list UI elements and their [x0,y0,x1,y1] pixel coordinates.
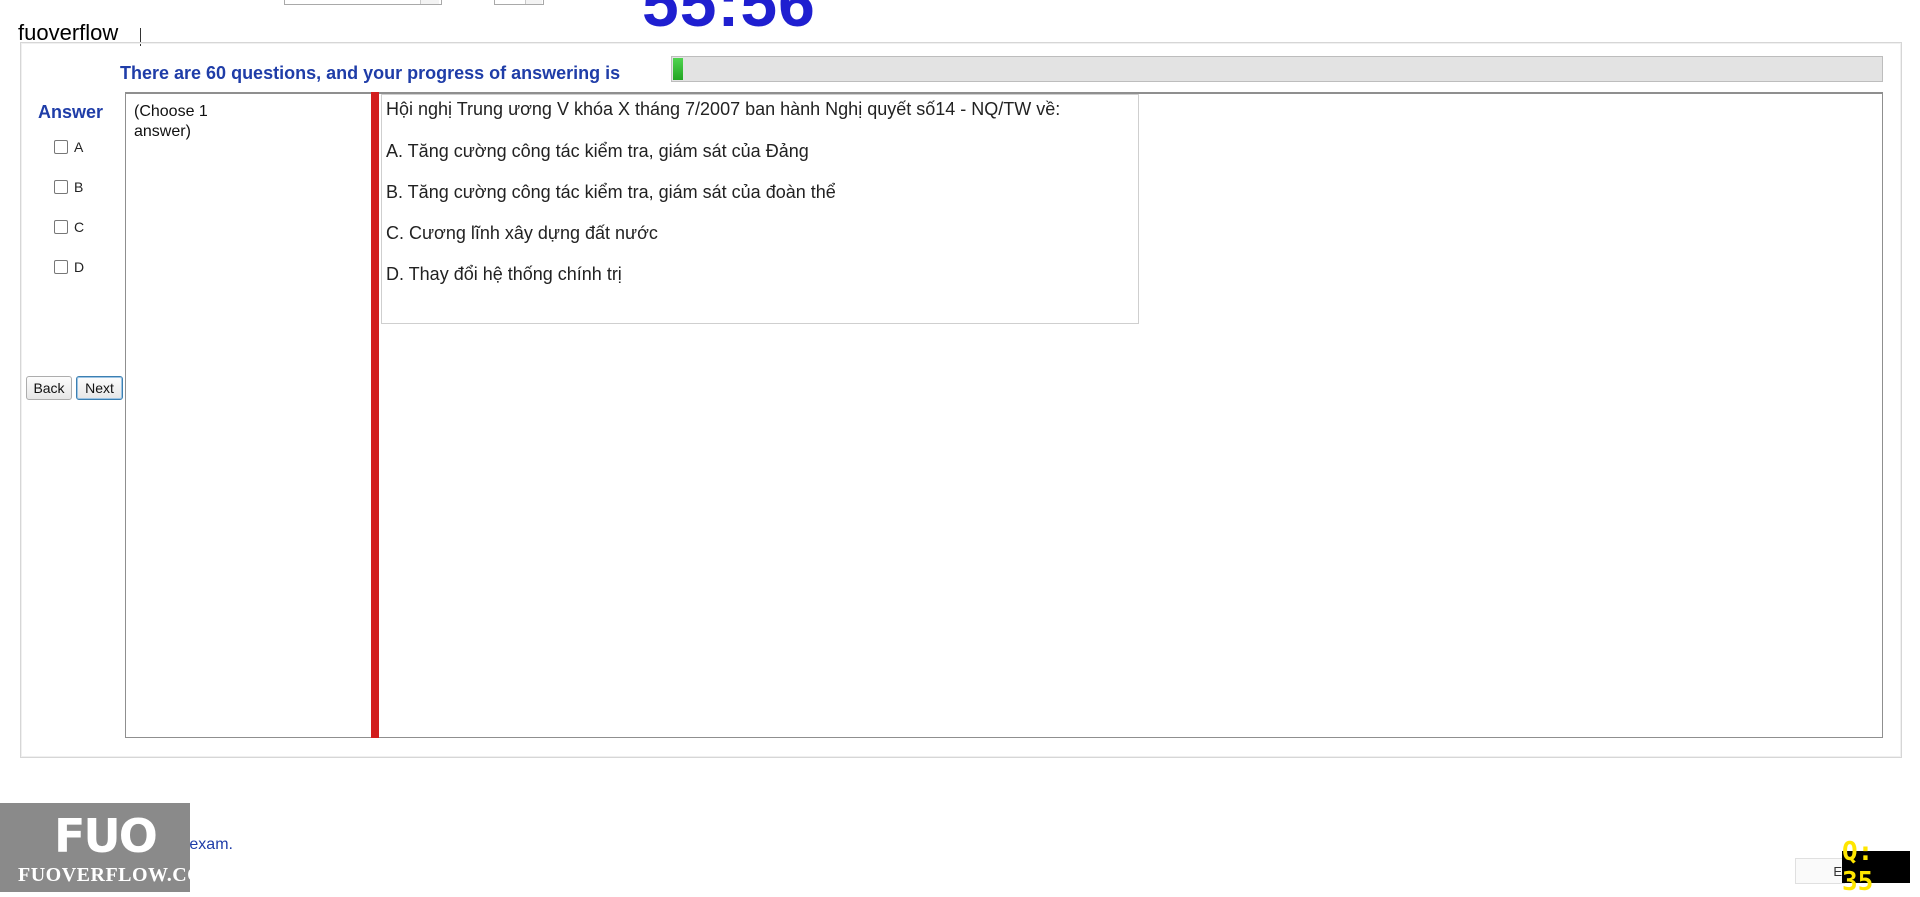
top-combo-box[interactable] [284,0,442,5]
option-d-label: D [74,259,85,275]
option-b-label: B [74,179,84,195]
option-a[interactable]: A [54,139,83,155]
question-counter-badge: Q: 35 [1842,837,1910,897]
exam-timer: 55:56 [642,0,816,40]
choice-b-text: B. Tăng cường công tác kiểm tra, giám sá… [386,182,836,202]
checkbox-b[interactable] [54,180,68,194]
progress-label: There are 60 questions, and your progres… [120,63,621,83]
choice-c-text: C. Cương lĩnh xây dựng đất nước [386,223,658,243]
checkbox-c[interactable] [54,220,68,234]
option-a-label: A [74,139,84,155]
back-button[interactable]: Back [26,376,72,400]
checkbox-a[interactable] [54,140,68,154]
choice-d-text: D. Thay đổi hệ thống chính trị [386,264,622,284]
progress-bar-fill [673,58,683,80]
progress-bar [671,56,1883,82]
exit-button[interactable]: E [1795,858,1845,884]
answer-title: Answer [38,102,104,122]
choice-a-text: A. Tăng cường công tác kiểm tra, giám sá… [386,141,809,161]
next-button[interactable]: Next [76,376,123,400]
question-box [381,94,1139,324]
logo-site-text: FUOVERFLOW.COM [18,864,223,886]
choose-hint: (Choose 1 answer) [134,103,208,140]
option-b[interactable]: B [54,179,83,195]
option-d[interactable]: D [54,259,84,275]
panel-divider[interactable] [371,92,379,738]
option-c-label: C [74,219,85,235]
checkbox-d[interactable] [54,260,68,274]
small-field-button[interactable] [525,0,542,4]
logo-mark: FUO [54,809,158,863]
question-text: Hội nghị Trung ương V khóa X tháng 7/200… [386,99,1061,119]
option-c[interactable]: C [54,219,84,235]
combo-dropdown-button[interactable] [420,0,439,4]
